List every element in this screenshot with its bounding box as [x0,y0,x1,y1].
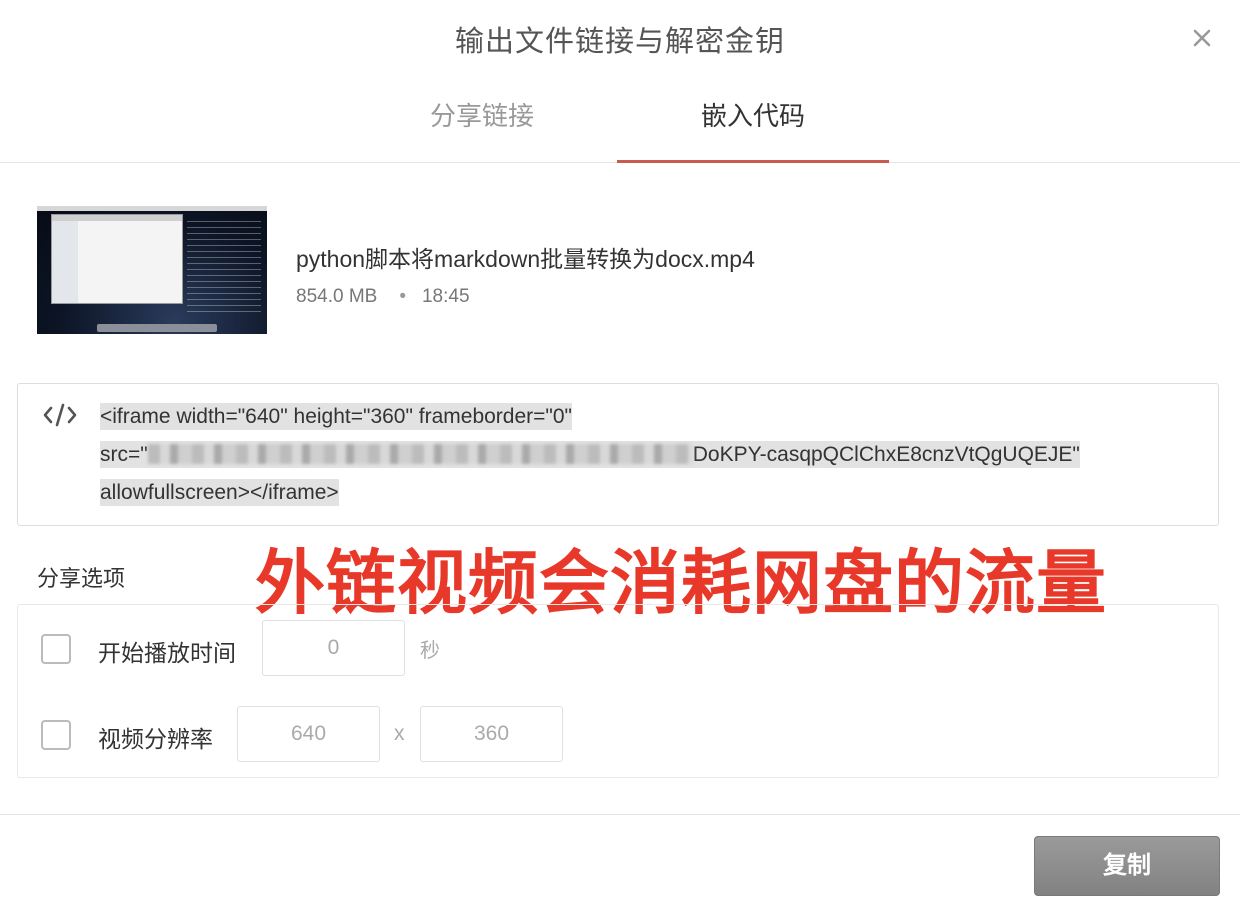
embed-code-text[interactable]: <iframe width="640" height="360" framebo… [100,398,1200,512]
start-time-label: 开始播放时间 [98,640,236,666]
resolution-label: 视频分辨率 [98,726,213,752]
code-line-1: <iframe width="640" height="360" framebo… [100,403,573,430]
file-info: python脚本将markdown批量转换为docx.mp4 854.0 MB •… [37,206,1220,336]
resolution-row: 视频分辨率 640 x 360 [18,706,1218,766]
meta-separator: • [399,286,406,307]
blurred-url [147,444,693,464]
share-options-panel: 开始播放时间 0 秒 视频分辨率 640 x 360 [17,604,1219,778]
tab-share-link[interactable]: 分享链接 [346,80,618,162]
copy-button[interactable]: 复制 [1034,836,1220,896]
start-time-input[interactable]: 0 [262,620,405,676]
file-meta: 854.0 MB • 18:45 [296,286,470,308]
tab-embed-code[interactable]: 嵌入代码 [617,80,889,163]
embed-dialog: 输出文件链接与解密金钥 分享链接 嵌入代码 python脚本将markdown批… [0,0,1240,913]
width-input[interactable]: 640 [237,706,380,762]
embed-code-box[interactable]: <iframe width="640" height="360" framebo… [17,383,1219,526]
code-icon [43,403,77,427]
file-size: 854.0 MB [296,286,378,307]
seconds-unit: 秒 [420,640,440,662]
tab-bar: 分享链接 嵌入代码 [0,80,1240,163]
file-name: python脚本将markdown批量转换为docx.mp4 [296,246,755,272]
code-line-3: allowfullscreen></iframe> [100,479,339,506]
close-icon [1193,29,1211,47]
code-line-2-prefix: src=" [100,443,148,466]
footer-divider [0,814,1240,815]
start-time-row: 开始播放时间 0 秒 [18,620,1218,680]
resolution-checkbox[interactable] [41,720,71,750]
start-time-checkbox[interactable] [41,634,71,664]
resolution-separator: x [394,722,405,745]
close-button[interactable] [1184,20,1220,56]
height-input[interactable]: 360 [420,706,563,762]
video-thumbnail [37,206,267,334]
file-duration: 18:45 [421,286,470,307]
dialog-title: 输出文件链接与解密金钥 [454,26,785,58]
share-options-title: 分享选项 [37,566,126,591]
code-line-2-suffix: DoKPY-casqpQClChxE8cnzVtQgUQEJE" [692,443,1080,466]
